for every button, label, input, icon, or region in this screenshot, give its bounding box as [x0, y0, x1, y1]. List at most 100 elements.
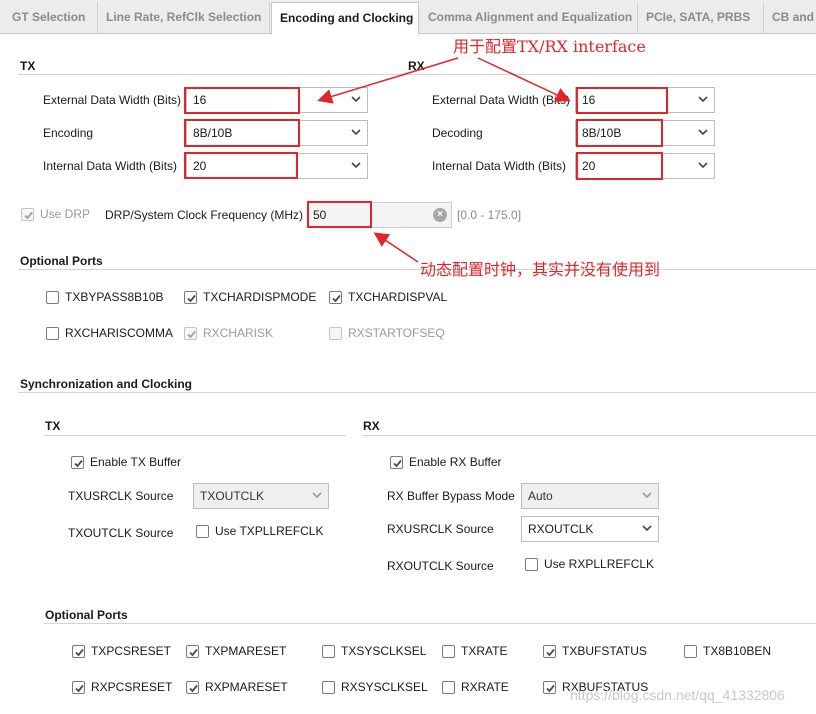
- tab-cb[interactable]: CB and: [764, 2, 816, 34]
- use-drp-label: Use DRP: [40, 207, 91, 221]
- checkbox-box: [71, 455, 84, 469]
- chevron-down-icon: [698, 128, 708, 136]
- use-txpllrefclk-checkbox[interactable]: Use TXPLLREFCLK: [196, 524, 324, 538]
- optional-ports-title: Optional Ports: [20, 254, 103, 268]
- rx-header: RX: [408, 59, 425, 73]
- annotation-interface: 用于配置TX/RX interface: [453, 37, 646, 56]
- chevron-down-icon: [351, 161, 361, 169]
- txusrclk-source-value: TXOUTCLK: [200, 489, 265, 503]
- highlight-box: [184, 87, 300, 114]
- checkbox-label: RXCHARISCOMMA: [65, 326, 174, 340]
- checkbox-box: [543, 644, 556, 658]
- tab-gt-selection[interactable]: GT Selection: [4, 2, 98, 34]
- rxchariscomma-checkbox[interactable]: RXCHARISCOMMA: [46, 326, 173, 340]
- checkbox-label: TXSYSCLKSEL: [341, 644, 427, 658]
- chevron-down-icon: [351, 128, 361, 136]
- checkbox-box: [186, 680, 199, 694]
- section-divider: [18, 392, 816, 393]
- rxstartofseq-checkbox[interactable]: RXSTARTOFSEQ: [329, 326, 445, 340]
- chevron-down-icon: [698, 95, 708, 103]
- tab-line-rate[interactable]: Line Rate, RefClk Selection: [98, 2, 270, 34]
- checkbox-label: Use RXPLLREFCLK: [544, 557, 655, 571]
- tx-internal-width-label: Internal Data Width (Bits): [43, 159, 178, 173]
- txpcsreset-checkbox[interactable]: TXPCSRESET: [72, 644, 171, 658]
- checkbox-label: Enable TX Buffer: [90, 455, 181, 469]
- enable-rx-buffer-checkbox[interactable]: Enable RX Buffer: [390, 455, 502, 469]
- checkbox-box: [46, 290, 59, 304]
- checkbox-box: [329, 290, 342, 304]
- txusrclk-source-label: TXUSRCLK Source: [68, 489, 174, 503]
- rx-buffer-bypass-select[interactable]: Auto: [521, 483, 659, 509]
- checkbox-label: TX8B10BEN: [703, 644, 772, 658]
- rxusrclk-source-select[interactable]: RXOUTCLK: [521, 516, 659, 542]
- txbufstatus-checkbox[interactable]: TXBUFSTATUS: [543, 644, 647, 658]
- checkbox-label: RXPMARESET: [205, 680, 288, 694]
- use-rxpllrefclk-checkbox[interactable]: Use RXPLLREFCLK: [525, 557, 654, 571]
- highlight-box: [576, 87, 668, 114]
- checkbox-label: TXBUFSTATUS: [562, 644, 647, 658]
- rxcharisk-checkbox[interactable]: RXCHARISK: [184, 326, 273, 340]
- highlight-box: [184, 152, 298, 179]
- checkbox-label: TXRATE: [461, 644, 508, 658]
- rxpmareset-checkbox[interactable]: RXPMARESET: [186, 680, 288, 694]
- drp-range-label: [0.0 - 175.0]: [457, 208, 522, 222]
- clear-icon[interactable]: ×: [433, 208, 447, 222]
- tab-encoding-clocking[interactable]: Encoding and Clocking: [271, 2, 419, 35]
- chevron-down-icon: [642, 524, 652, 532]
- rxpcsreset-checkbox[interactable]: RXPCSRESET: [72, 680, 172, 694]
- chevron-down-icon: [642, 491, 652, 499]
- checkbox-label: TXCHARDISPVAL: [348, 290, 448, 304]
- highlight-box: [184, 119, 300, 147]
- checkbox-label: Enable RX Buffer: [409, 455, 502, 469]
- txusrclk-source-select[interactable]: TXOUTCLK: [193, 483, 329, 509]
- txpmareset-checkbox[interactable]: TXPMARESET: [186, 644, 286, 658]
- checkbox-box: [684, 644, 697, 658]
- rx-external-width-label: External Data Width (Bits): [432, 93, 571, 107]
- highlight-box: [307, 201, 372, 228]
- use-drp-checkbox[interactable]: Use DRP: [21, 207, 90, 221]
- watermark: https://blog.csdn.net/qq_41332806: [570, 687, 785, 703]
- rxoutclk-source-label: RXOUTCLK Source: [387, 559, 494, 573]
- checkbox-label: RXSYSCLKSEL: [341, 680, 428, 694]
- checkbox-label: TXPCSRESET: [91, 644, 172, 658]
- tab-pcie-sata-prbs[interactable]: PCIe, SATA, PRBS: [638, 2, 764, 34]
- rx-internal-width-label: Internal Data Width (Bits): [432, 159, 567, 173]
- txchardispmode-checkbox[interactable]: TXCHARDISPMODE: [184, 290, 316, 304]
- checkbox-box: [390, 455, 403, 469]
- rx-buffer-bypass-label: RX Buffer Bypass Mode: [387, 489, 515, 503]
- chevron-down-icon: [312, 491, 322, 499]
- rxrate-checkbox[interactable]: RXRATE: [442, 680, 509, 694]
- optional-ports-2-title: Optional Ports: [45, 608, 128, 622]
- tx8b10ben-checkbox[interactable]: TX8B10BEN: [684, 644, 771, 658]
- enable-tx-buffer-checkbox[interactable]: Enable TX Buffer: [71, 455, 181, 469]
- checkbox-box: [186, 644, 199, 658]
- checkbox-box: [184, 290, 197, 304]
- checkbox-box: [184, 326, 197, 340]
- tx-external-width-label: External Data Width (Bits): [43, 93, 182, 107]
- checkbox-box: [442, 680, 455, 694]
- highlight-box: [576, 119, 663, 147]
- tx-encoding-label: Encoding: [43, 126, 94, 140]
- checkbox-box: [196, 524, 209, 538]
- checkbox-box: [329, 326, 342, 340]
- tx-header: TX: [20, 59, 36, 73]
- checkbox-box: [21, 207, 34, 221]
- chevron-down-icon: [698, 161, 708, 169]
- txbypass8b10b-checkbox[interactable]: TXBYPASS8B10B: [46, 290, 164, 304]
- txchardispval-checkbox[interactable]: TXCHARDISPVAL: [329, 290, 447, 304]
- checkbox-label: RXCHARISK: [203, 326, 274, 340]
- annotation-drp: 动态配置时钟，其实并没有使用到: [420, 260, 661, 279]
- txrate-checkbox[interactable]: TXRATE: [442, 644, 507, 658]
- checkbox-box: [525, 557, 538, 571]
- tab-comma-alignment[interactable]: Comma Alignment and Equalization: [420, 2, 638, 34]
- checkbox-box: [322, 680, 335, 694]
- sync-rx-header: RX: [363, 419, 380, 433]
- tab-bar: GT Selection Line Rate, RefClk Selection…: [0, 0, 816, 35]
- txsysclksel-checkbox[interactable]: TXSYSCLKSEL: [322, 644, 426, 658]
- sync-tx-header: TX: [45, 419, 61, 433]
- rxsysclksel-checkbox[interactable]: RXSYSCLKSEL: [322, 680, 428, 694]
- txoutclk-source-label: TXOUTCLK Source: [68, 526, 174, 540]
- checkbox-label: Use TXPLLREFCLK: [215, 524, 324, 538]
- checkbox-box: [442, 644, 455, 658]
- checkbox-label: RXSTARTOFSEQ: [348, 326, 445, 340]
